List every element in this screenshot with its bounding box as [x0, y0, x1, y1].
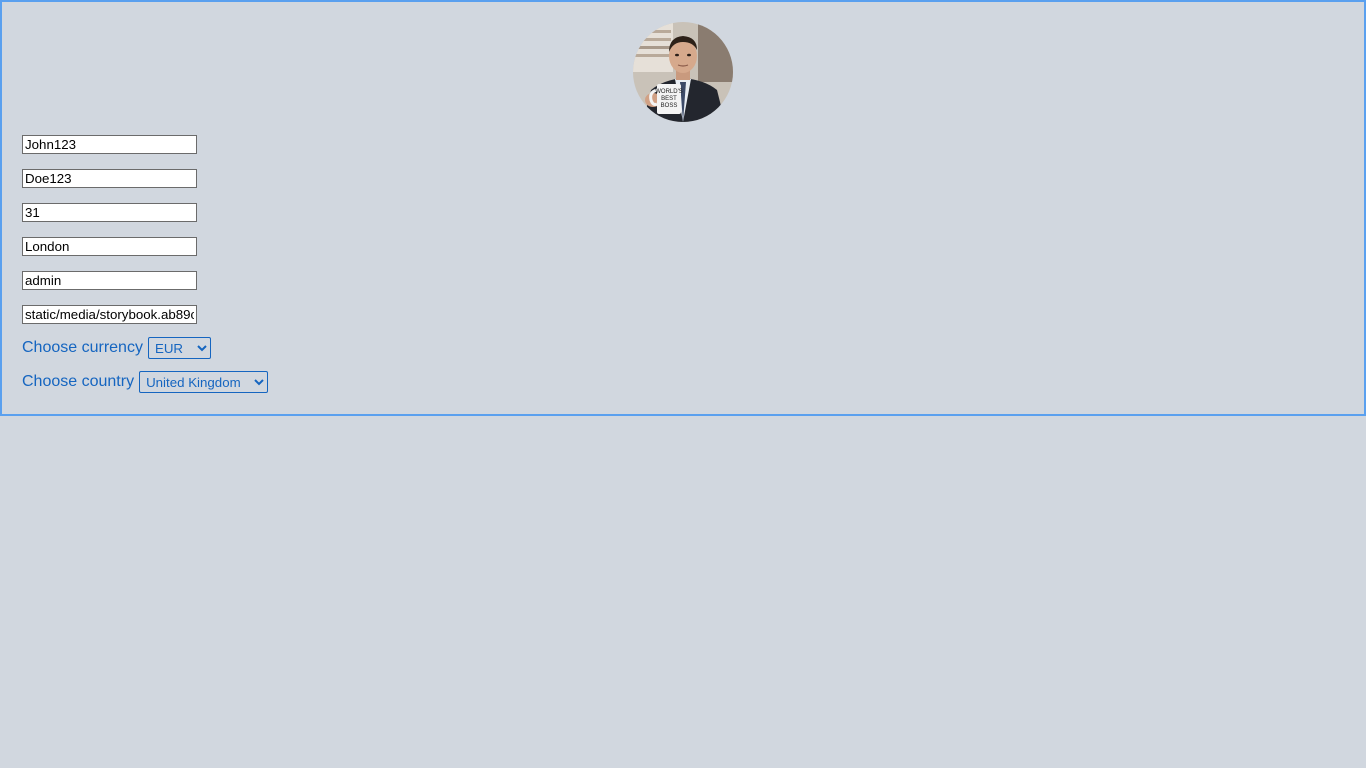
- profile-form-panel: WORLD'S BEST BOSS Choose currency EUR Ch…: [0, 0, 1366, 416]
- avatar-photo-icon: WORLD'S BEST BOSS: [633, 22, 733, 122]
- mug-text-line-2: BEST: [661, 96, 677, 102]
- profile-avatar: WORLD'S BEST BOSS: [633, 22, 733, 122]
- country-row: Choose country United Kingdom: [22, 370, 269, 394]
- mug-text-line-1: WORLD'S: [655, 89, 682, 95]
- age-input[interactable]: [22, 203, 197, 222]
- country-select[interactable]: United Kingdom: [139, 371, 269, 393]
- role-input[interactable]: [22, 271, 197, 290]
- city-input[interactable]: [22, 237, 197, 256]
- country-label: Choose country: [22, 373, 135, 390]
- image-path-input[interactable]: [22, 305, 197, 324]
- last-name-input[interactable]: [22, 169, 197, 188]
- currency-row: Choose currency EUR: [22, 336, 211, 360]
- mug-text-line-3: BOSS: [661, 103, 678, 109]
- currency-select[interactable]: EUR: [147, 337, 211, 359]
- first-name-input[interactable]: [22, 135, 197, 154]
- currency-label: Choose currency: [22, 339, 143, 356]
